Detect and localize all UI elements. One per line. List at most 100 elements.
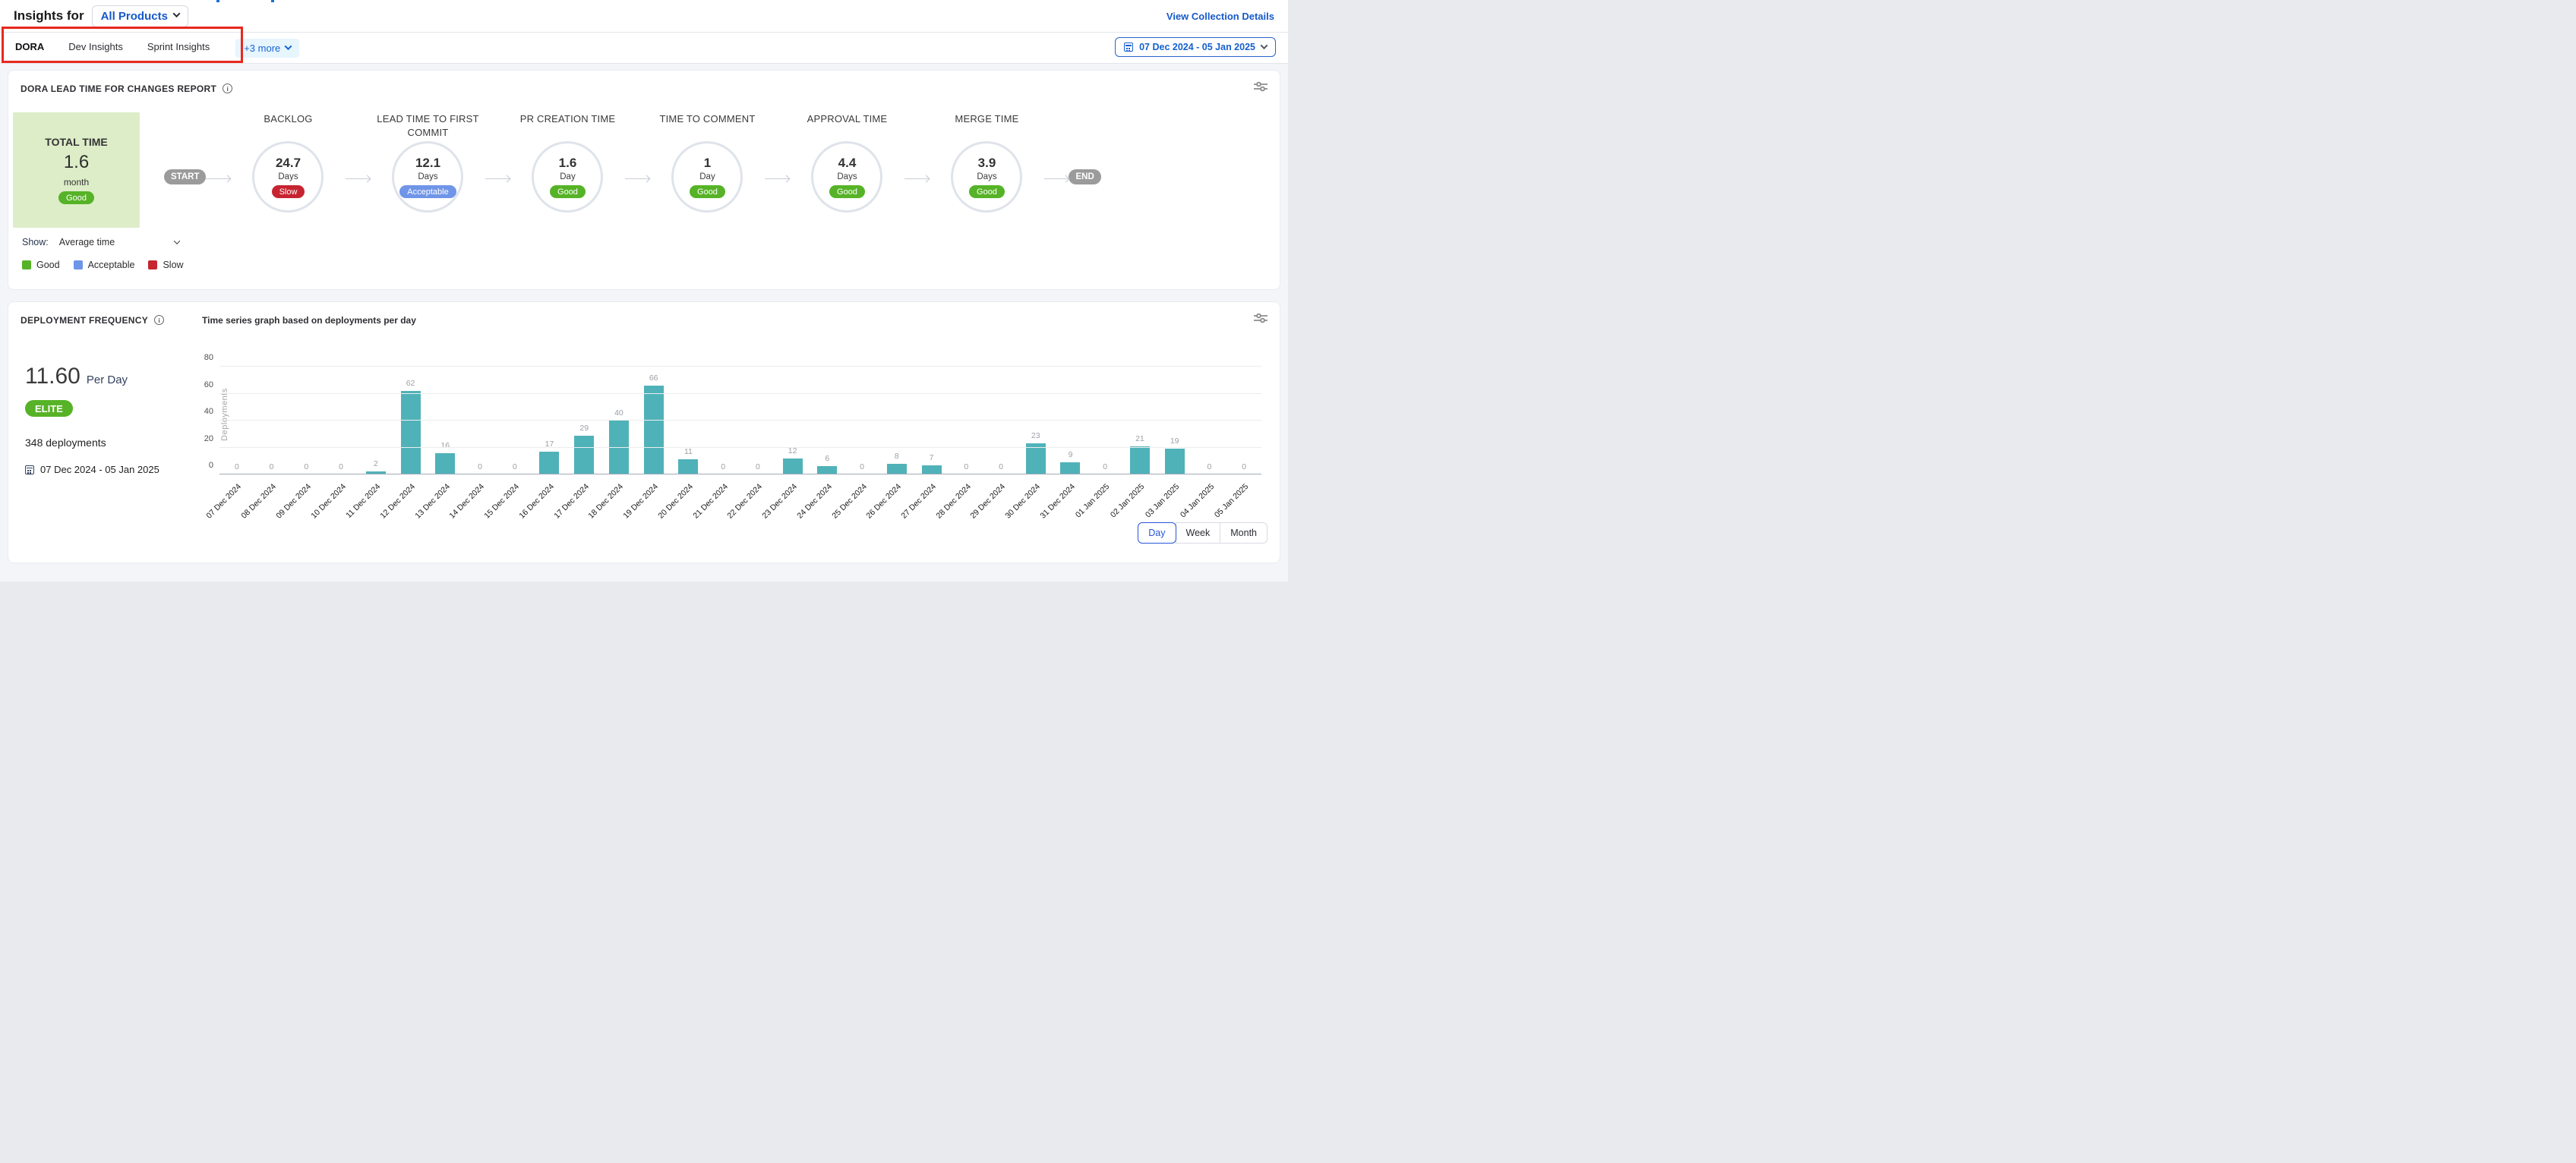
x-tick-label: 21 Dec 2024 bbox=[691, 482, 730, 521]
stage-status-badge: Acceptable bbox=[399, 185, 456, 198]
bar[interactable] bbox=[1130, 446, 1150, 474]
stage-pr-creation-time: PR CREATION TIME1.6DayGood bbox=[510, 112, 625, 213]
granularity-week[interactable]: Week bbox=[1176, 522, 1221, 544]
stage-merge-time: MERGE TIME3.9DaysGood bbox=[929, 112, 1044, 213]
stage-status-badge: Good bbox=[969, 185, 1005, 198]
x-tick-label: 01 Jan 2025 bbox=[1074, 482, 1111, 519]
bar-slot: 62 bbox=[393, 367, 428, 474]
funnel-arrow bbox=[1044, 176, 1069, 181]
calendar-icon bbox=[25, 465, 34, 474]
stage-unit: Days bbox=[977, 172, 996, 181]
granularity-toggle: DayWeekMonth bbox=[1138, 522, 1267, 544]
x-tick-label: 25 Dec 2024 bbox=[830, 482, 869, 521]
x-tick-label: 28 Dec 2024 bbox=[934, 482, 973, 521]
stage-value: 1 bbox=[704, 156, 711, 171]
tab-sprint-insights[interactable]: Sprint Insights bbox=[146, 33, 211, 63]
bar-slot: 0 bbox=[219, 367, 254, 474]
performance-tier-badge: ELITE bbox=[25, 400, 73, 417]
show-label: Show: bbox=[22, 237, 49, 247]
bar-slot: 0 bbox=[254, 367, 289, 474]
x-tick-label: 16 Dec 2024 bbox=[517, 482, 556, 521]
stage-status-badge: Good bbox=[690, 185, 725, 198]
bar-slot: 6 bbox=[810, 367, 844, 474]
bar-value-label: 12 bbox=[788, 446, 797, 455]
stage-time-to-comment: TIME TO COMMENT1DayGood bbox=[649, 112, 765, 213]
stage-backlog: BACKLOG24.7DaysSlow bbox=[230, 112, 346, 213]
bar-slot: 0 bbox=[462, 367, 497, 474]
legend-swatch bbox=[22, 260, 31, 269]
bar-slot: 12 bbox=[775, 367, 810, 474]
x-tick-label: 08 Dec 2024 bbox=[240, 482, 279, 521]
bar[interactable] bbox=[609, 421, 629, 474]
y-tick-label: 80 bbox=[204, 353, 213, 362]
stage-unit: Day bbox=[560, 172, 575, 181]
bar-value-label: 0 bbox=[756, 462, 760, 471]
bar-value-label: 0 bbox=[235, 462, 239, 471]
bar[interactable] bbox=[783, 459, 803, 474]
bar-slot: 0 bbox=[497, 367, 532, 474]
bar-slot: 7 bbox=[914, 367, 949, 474]
x-tick-label: 18 Dec 2024 bbox=[587, 482, 626, 521]
show-metric-dropdown[interactable]: Average time bbox=[59, 237, 179, 247]
bar[interactable] bbox=[435, 453, 455, 474]
bar[interactable] bbox=[1165, 449, 1185, 474]
bar-slot: 2 bbox=[358, 367, 393, 474]
bar-value-label: 8 bbox=[895, 452, 899, 461]
bar-slot: 66 bbox=[636, 367, 671, 474]
bar-value-label: 62 bbox=[406, 379, 415, 388]
x-tick-label: 31 Dec 2024 bbox=[1038, 482, 1077, 521]
bar[interactable] bbox=[574, 436, 594, 474]
bar-value-label: 0 bbox=[964, 462, 968, 471]
x-tick-label: 30 Dec 2024 bbox=[1004, 482, 1043, 521]
legend-swatch bbox=[148, 260, 157, 269]
y-tick-label: 20 bbox=[204, 434, 213, 443]
bar-slot: 0 bbox=[289, 367, 324, 474]
product-selector-dropdown[interactable]: All Products bbox=[92, 5, 188, 27]
stage-lead-time-to-first-commit: LEAD TIME TO FIRST COMMIT12.1DaysAccepta… bbox=[370, 112, 485, 213]
bar[interactable] bbox=[678, 459, 698, 474]
chevron-down-icon bbox=[1261, 42, 1268, 49]
gridline-80 bbox=[219, 366, 1261, 367]
info-icon[interactable] bbox=[223, 84, 232, 93]
stage-value: 4.4 bbox=[838, 156, 857, 171]
chevron-down-icon bbox=[285, 43, 292, 50]
bar-value-label: 23 bbox=[1031, 431, 1040, 440]
stage-value: 1.6 bbox=[559, 156, 577, 171]
bar-value-label: 0 bbox=[1103, 462, 1107, 471]
funnel-arrow bbox=[206, 176, 230, 181]
tab-dora[interactable]: DORA bbox=[14, 33, 46, 63]
chart-settings-icon[interactable] bbox=[1254, 81, 1267, 96]
bar-slot: 40 bbox=[601, 367, 636, 474]
tabs-more-label: +3 more bbox=[244, 43, 280, 54]
stage-status-badge: Good bbox=[829, 185, 865, 198]
bar-value-label: 6 bbox=[825, 454, 829, 463]
total-deployments: 348 deployments bbox=[25, 437, 194, 449]
x-tick-label: 03 Jan 2025 bbox=[1144, 482, 1181, 519]
end-node: END bbox=[1069, 169, 1100, 184]
y-tick-label: 0 bbox=[209, 461, 213, 470]
lead-time-funnel: TOTAL TIME 1.6 month Good START BACKLOG2… bbox=[8, 96, 1280, 228]
deployment-rate-value: 11.60 bbox=[25, 364, 80, 389]
x-tick-label: 07 Dec 2024 bbox=[205, 482, 244, 521]
stage-title: APPROVAL TIME bbox=[807, 112, 888, 141]
date-range-picker[interactable]: 07 Dec 2024 - 05 Jan 2025 bbox=[1115, 37, 1276, 57]
stage-unit: Days bbox=[837, 172, 857, 181]
bar[interactable] bbox=[1026, 443, 1046, 474]
view-collection-details-link[interactable]: View Collection Details bbox=[1166, 11, 1274, 22]
x-tick-label: 19 Dec 2024 bbox=[622, 482, 661, 521]
bar[interactable] bbox=[644, 386, 664, 474]
y-tick-label: 60 bbox=[204, 380, 213, 389]
bar[interactable] bbox=[401, 391, 421, 474]
granularity-month[interactable]: Month bbox=[1220, 522, 1267, 544]
info-icon[interactable] bbox=[154, 315, 164, 325]
granularity-day[interactable]: Day bbox=[1138, 522, 1176, 544]
tab-dev-insights[interactable]: Dev Insights bbox=[67, 33, 125, 63]
stage-unit: Day bbox=[699, 172, 715, 181]
bar[interactable] bbox=[539, 452, 559, 474]
tabs-more-dropdown[interactable]: +3 more bbox=[235, 39, 299, 58]
total-time-unit: month bbox=[64, 177, 89, 188]
chart-settings-icon[interactable] bbox=[1254, 313, 1267, 327]
bar-value-label: 11 bbox=[684, 447, 693, 456]
chevron-down-icon bbox=[172, 10, 180, 17]
stage-title: PR CREATION TIME bbox=[520, 112, 616, 141]
